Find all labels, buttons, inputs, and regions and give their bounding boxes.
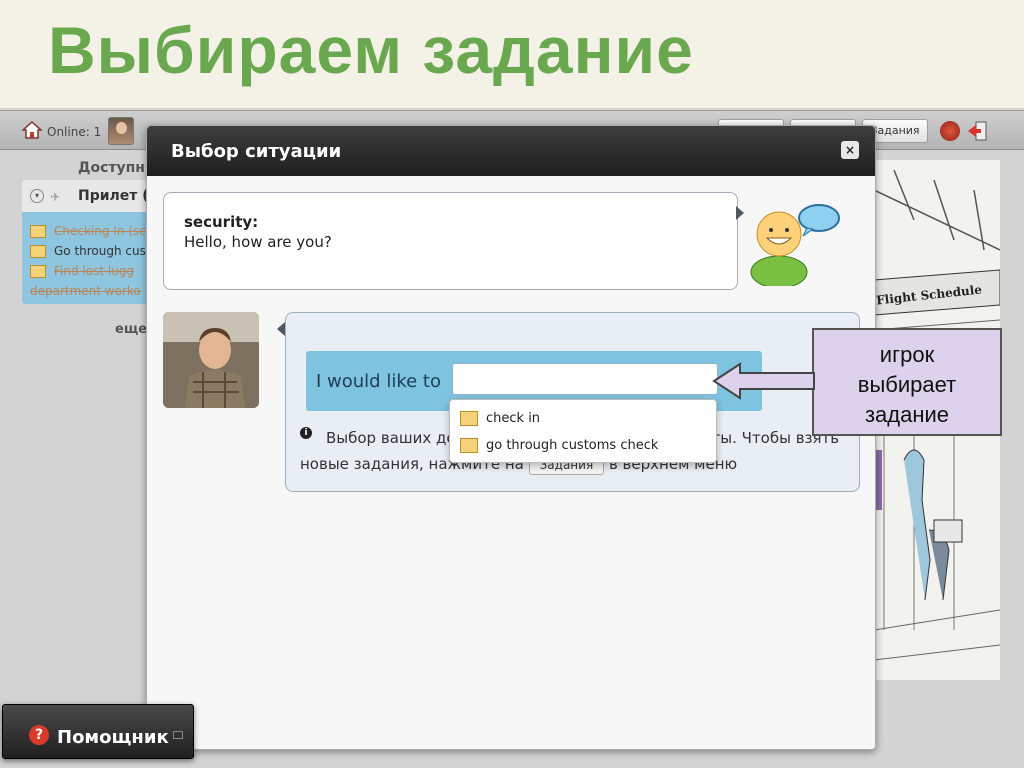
handshake-icon — [460, 411, 478, 426]
exit-icon[interactable] — [966, 121, 988, 141]
task-dropdown: check in go through customs check — [449, 399, 717, 463]
dropdown-option[interactable]: go through customs check — [460, 435, 658, 457]
handshake-icon — [30, 265, 46, 278]
helper-label: Помощник — [57, 727, 169, 748]
handshake-icon — [30, 245, 46, 258]
more-link[interactable]: еще — [115, 322, 147, 337]
user-avatar[interactable] — [108, 117, 134, 145]
task-group-header[interactable]: ▾ ✈ Прилет ( — [22, 180, 152, 212]
question-icon: ? — [29, 725, 49, 745]
left-panel: Доступн ▾ ✈ Прилет ( Checking In (sc Go … — [0, 152, 152, 452]
dropdown-option[interactable]: check in — [460, 408, 540, 430]
available-heading: Доступн — [78, 160, 145, 176]
plane-icon: ✈ — [50, 190, 61, 204]
helper-panel[interactable]: ? Помощник — [2, 704, 194, 759]
task-item[interactable]: Go through cus — [30, 244, 146, 258]
npc-speech-bubble: security: Hello, how are you? — [163, 192, 738, 290]
group-label: Прилет ( — [78, 188, 149, 204]
task-select-input[interactable] — [452, 363, 718, 395]
bubble-pointer — [277, 322, 285, 336]
handshake-icon — [30, 225, 46, 238]
npc-speech-text: Hello, how are you? — [184, 233, 332, 251]
bubble-pointer — [736, 206, 744, 220]
chevron-down-icon[interactable]: ▾ — [30, 189, 44, 203]
task-item[interactable]: Checking In (sc — [30, 224, 146, 238]
callout-arrow — [712, 362, 815, 400]
task-item-continuation: department worko — [30, 284, 141, 298]
handshake-icon — [460, 438, 478, 453]
home-icon[interactable] — [22, 121, 42, 139]
annotation-callout: игрок выбирает задание — [812, 328, 1002, 436]
slide-title: Выбираем задание — [48, 13, 694, 87]
dialog-header: Выбор ситуации × — [147, 126, 875, 176]
online-count: Online: 1 — [47, 125, 102, 139]
prompt-lead-text: I would like to — [316, 371, 441, 392]
dialog-title: Выбор ситуации — [171, 141, 342, 162]
player-photo — [163, 312, 259, 408]
npc-avatar-icon — [750, 204, 840, 286]
minimize-icon[interactable] — [173, 731, 183, 739]
task-item[interactable]: Find lost lugg — [30, 264, 134, 278]
npc-speaker-name: security: — [184, 213, 259, 231]
bug-icon[interactable] — [940, 121, 960, 141]
close-icon[interactable]: × — [841, 141, 859, 159]
